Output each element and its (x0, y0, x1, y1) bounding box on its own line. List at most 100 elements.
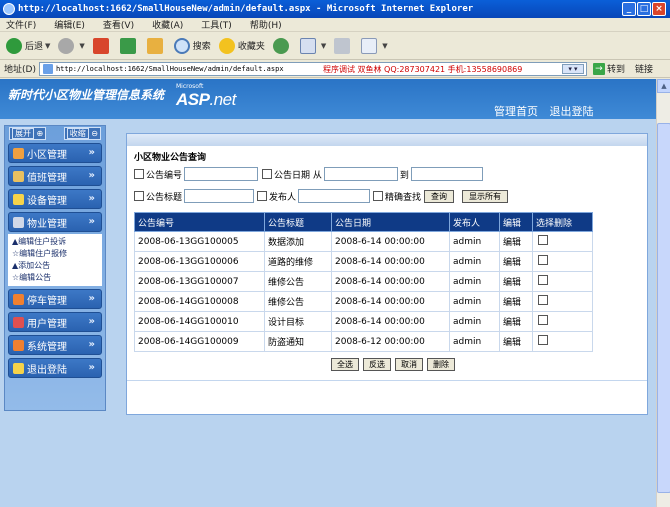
sidebar: 展开 ⊕ 收缩 ⊖ 小区管理 » 值班管理 » 设备管理 » 物业管理 » ▲编… (4, 125, 106, 411)
publisher-input[interactable] (298, 189, 371, 203)
menu-bar: 文件(F) 编辑(E) 查看(V) 收藏(A) 工具(T) 帮助(H) (0, 18, 670, 32)
date-to-input[interactable] (410, 167, 483, 181)
address-label: 地址(D) (4, 65, 36, 75)
edit-link[interactable]: 编辑 (499, 311, 533, 332)
table-row: 2008-06-14GG100009 防盗通知 2008-6-12 00:00:… (134, 331, 593, 352)
content-area: 展开 ⊕ 收缩 ⊖ 小区管理 » 值班管理 » 设备管理 » 物业管理 » ▲编… (0, 125, 656, 507)
asp-net-logo: Microsoft ASP.net (176, 83, 236, 109)
history-icon (272, 37, 289, 54)
expand-all-button[interactable]: 展开 ⊕ (9, 126, 47, 140)
menu-favorites[interactable]: 收藏(A) (152, 18, 183, 31)
show-all-button[interactable]: 显示所有 (462, 189, 509, 203)
minimize-button[interactable]: _ (622, 2, 636, 16)
print-button[interactable] (334, 37, 353, 54)
search-button[interactable]: 搜索 (173, 37, 211, 54)
cell-notice-no: 2008-06-13GG100005 (134, 231, 265, 252)
menu-tools[interactable]: 工具(T) (201, 18, 232, 31)
refresh-icon (119, 37, 136, 54)
edit-link[interactable]: 编辑 (499, 231, 533, 252)
row-select-checkbox[interactable] (538, 295, 548, 305)
submenu-edit-notice[interactable]: ☆编辑公告 (12, 272, 98, 284)
cell-notice-title: 维修公告 (264, 291, 332, 312)
go-button[interactable]: → 转到 (592, 62, 625, 75)
menu-edit[interactable]: 编辑(E) (54, 18, 85, 31)
notice-table: 公告编号 公告标题 公告日期 发布人 编辑 选择删除 2008-06-13GG1… (134, 212, 593, 352)
invert-selection-button[interactable]: 反选 (363, 358, 391, 371)
forward-button[interactable]: ▼ (58, 37, 85, 54)
sidebar-item-property[interactable]: 物业管理 » (8, 212, 102, 232)
property-submenu: ▲编辑住户投诉 ☆编辑住户报修 ▲添加公告 ☆编辑公告 (8, 234, 102, 286)
home-link[interactable]: 管理首页 (494, 105, 538, 118)
col-notice-date[interactable]: 公告日期 (331, 212, 450, 232)
collapse-all-button[interactable]: 收缩 ⊖ (63, 126, 101, 140)
date-from-input[interactable] (323, 167, 398, 181)
row-select-checkbox[interactable] (538, 315, 548, 325)
address-input[interactable]: http://localhost:1662/SmallHouseNew/admi… (38, 61, 587, 76)
edit-link[interactable]: 编辑 (499, 291, 533, 312)
submenu-edit-repairs[interactable]: ☆编辑住户报修 (12, 248, 98, 260)
menu-view[interactable]: 查看(V) (103, 18, 134, 31)
submenu-edit-complaints[interactable]: ▲编辑住户投诉 (12, 236, 98, 248)
cell-publisher: admin (449, 311, 500, 332)
back-button[interactable]: 后退 ▼ (6, 37, 50, 54)
search-icon (173, 37, 190, 54)
sidebar-item-duty[interactable]: 值班管理 » (8, 166, 102, 186)
delete-button[interactable]: 删除 (427, 358, 455, 371)
toolbar: 后退 ▼ ▼ 搜索 收藏夹 ▼ ▼ (0, 32, 670, 60)
edit-page-button[interactable]: ▼ (361, 37, 388, 54)
cell-notice-date: 2008-6-14 00:00:00 (331, 291, 450, 312)
scroll-thumb[interactable] (657, 123, 670, 493)
sidebar-item-parking[interactable]: 停车管理 » (8, 289, 102, 309)
select-all-button[interactable]: 全选 (331, 358, 359, 371)
sidebar-item-system[interactable]: 系统管理 » (8, 335, 102, 355)
sidebar-item-equipment[interactable]: 设备管理 » (8, 189, 102, 209)
edit-link[interactable]: 编辑 (499, 271, 533, 292)
menu-file[interactable]: 文件(F) (6, 18, 36, 31)
forward-arrow-icon (58, 37, 75, 54)
cancel-button[interactable]: 取消 (395, 358, 423, 371)
row-select-checkbox[interactable] (538, 335, 548, 345)
refresh-button[interactable] (119, 37, 139, 54)
col-notice-title[interactable]: 公告标题 (264, 212, 332, 232)
bulb-icon (13, 193, 24, 205)
col-publisher[interactable]: 发布人 (449, 212, 500, 232)
logout-link[interactable]: 退出登陆 (550, 105, 594, 118)
sidebar-item-community[interactable]: 小区管理 » (8, 143, 102, 163)
links-button[interactable]: 链接 (635, 62, 653, 75)
notice-date-checkbox[interactable] (262, 169, 273, 179)
sidebar-item-logout[interactable]: 退出登陆 » (8, 358, 102, 378)
col-select-delete: 选择删除 (532, 212, 593, 232)
fuzzy-checkbox[interactable] (373, 191, 384, 201)
menu-help[interactable]: 帮助(H) (250, 18, 282, 31)
stop-button[interactable] (92, 37, 112, 54)
scroll-up-button[interactable]: ▲ (657, 79, 670, 93)
notice-title-checkbox[interactable] (134, 191, 144, 201)
notice-no-checkbox[interactable] (134, 169, 144, 179)
home-button[interactable] (146, 37, 166, 54)
address-dropdown[interactable]: ▾ ▾ (561, 63, 584, 74)
row-select-checkbox[interactable] (538, 255, 548, 265)
edit-link[interactable]: 编辑 (499, 331, 533, 352)
chevron-icon: » (88, 216, 95, 227)
favorites-button[interactable]: 收藏夹 (218, 37, 265, 54)
sidebar-item-users[interactable]: 用户管理 » (8, 312, 102, 332)
window-title-bar: http://localhost:1662/SmallHouseNew/admi… (0, 0, 670, 18)
parking-icon (13, 293, 24, 305)
publisher-checkbox[interactable] (257, 191, 268, 201)
mail-button[interactable]: ▼ (299, 37, 326, 54)
vertical-scrollbar[interactable]: ▲ (656, 79, 670, 507)
close-button[interactable]: × (652, 2, 666, 16)
address-url: http://localhost:1662/SmallHouseNew/admi… (55, 64, 284, 73)
row-select-checkbox[interactable] (538, 275, 548, 285)
submenu-add-notice[interactable]: ▲添加公告 (12, 260, 98, 272)
edit-link[interactable]: 编辑 (499, 251, 533, 272)
col-notice-no[interactable]: 公告编号 (134, 212, 265, 232)
maximize-button[interactable]: □ (637, 2, 651, 16)
bulk-action-buttons: 全选 反选 取消 删除 (331, 358, 455, 371)
query-button[interactable]: 查询 (424, 189, 455, 203)
history-button[interactable] (272, 37, 292, 54)
row-select-checkbox[interactable] (538, 235, 548, 245)
notice-no-input[interactable] (184, 167, 259, 181)
notice-title-input[interactable] (184, 189, 255, 203)
star-icon (218, 37, 235, 54)
